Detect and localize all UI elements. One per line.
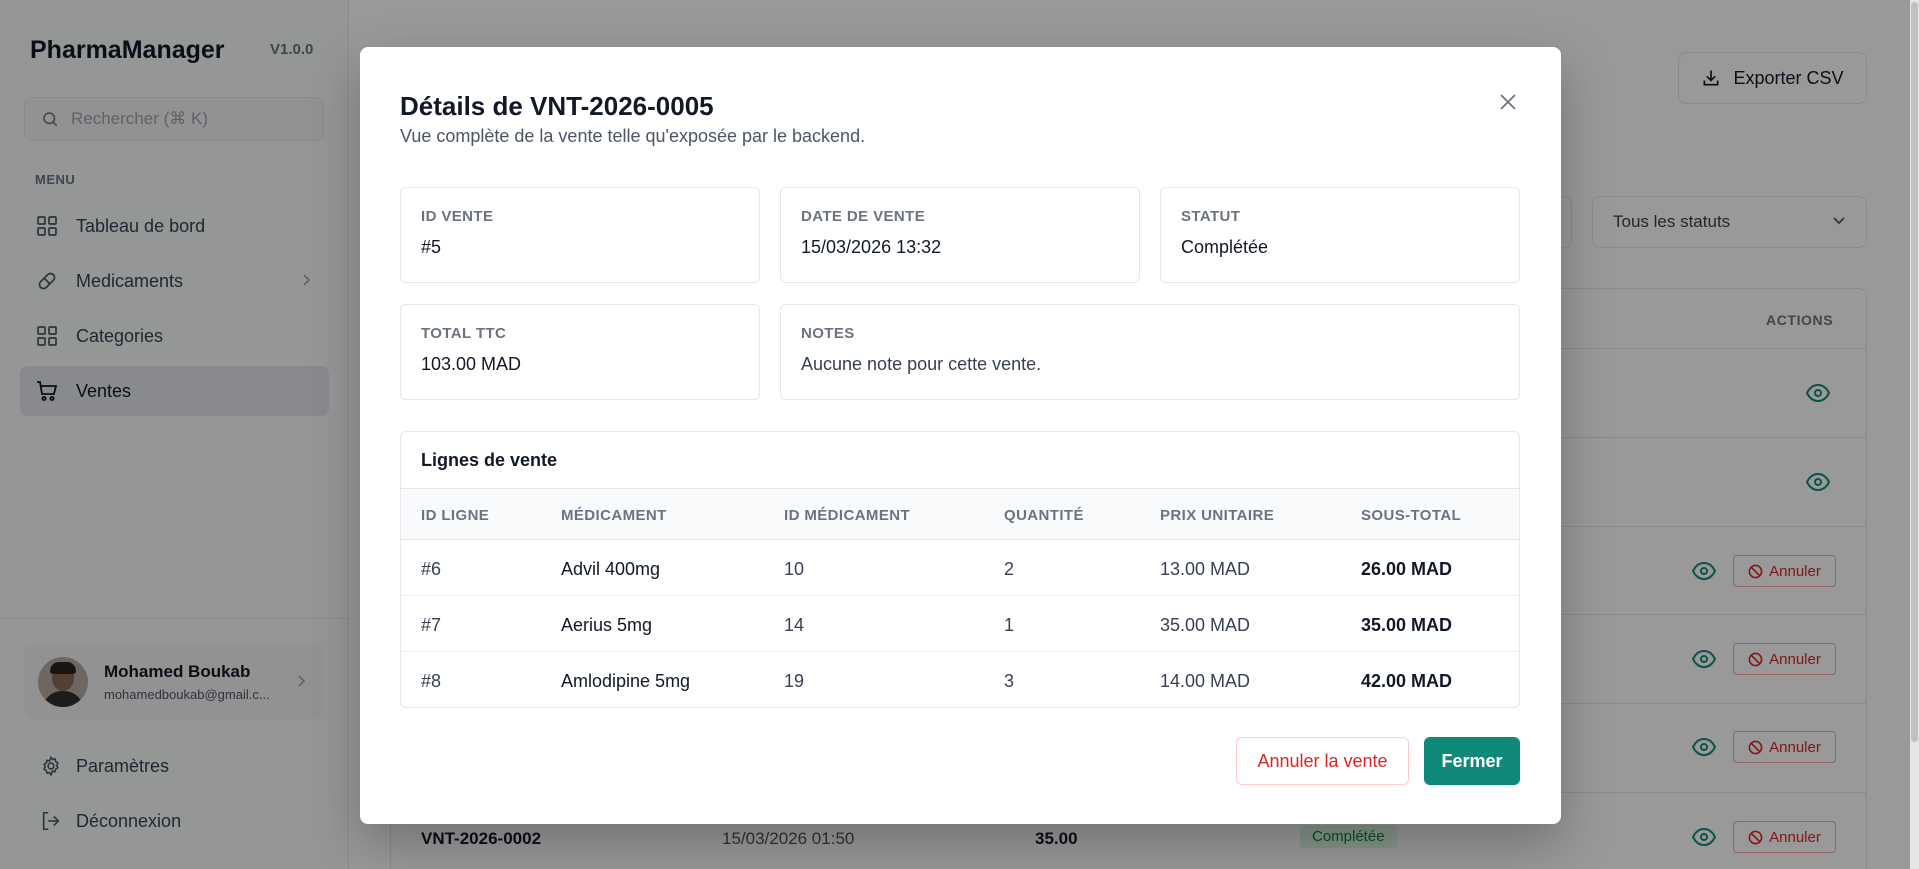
sale-total-card: TOTAL TTC 103.00 MAD xyxy=(400,304,760,400)
cancel-sale-button[interactable]: Annuler la vente xyxy=(1236,737,1409,785)
sale-notes-card: NOTES Aucune note pour cette vente. xyxy=(780,304,1520,400)
page-scrollbar[interactable] xyxy=(1910,0,1919,869)
table-row: #8 Amlodipine 5mg 19 3 14.00 MAD 42.00 M… xyxy=(421,671,1453,691)
sale-details-modal: Détails de VNT-2026-0005 Vue complète de… xyxy=(360,47,1561,824)
sale-lines-title: Lignes de vente xyxy=(421,450,558,470)
sale-date-value: 15/03/2026 13:32 xyxy=(801,237,942,257)
table-row: #7 Aerius 5mg 14 1 35.00 MAD 35.00 MAD xyxy=(401,596,1519,652)
column-header: ID MÉDICAMENT xyxy=(784,507,911,524)
column-header: QUANTITÉ xyxy=(1004,507,1084,524)
column-header: ID LIGNE xyxy=(421,507,490,524)
close-button[interactable] xyxy=(1493,87,1523,117)
sale-id-card: ID VENTE #5 xyxy=(400,187,760,283)
modal-title: Détails de VNT-2026-0005 xyxy=(400,91,714,121)
sale-total-value: 103.00 MAD xyxy=(421,354,522,374)
sale-id-value: #5 xyxy=(421,237,442,257)
sale-lines-card: Lignes de vente ID LIGNE MÉDICAMENT ID M… xyxy=(400,431,1520,708)
sale-notes-value: Aucune note pour cette vente. xyxy=(801,354,1042,374)
column-header: PRIX UNITAIRE xyxy=(1160,507,1275,524)
sale-lines-header: ID LIGNE MÉDICAMENT ID MÉDICAMENT QUANTI… xyxy=(401,488,1519,540)
column-header: MÉDICAMENT xyxy=(561,507,667,524)
table-row: #6 Advil 400mg 10 2 13.00 MAD 26.00 MAD xyxy=(401,540,1519,596)
modal-subtitle: Vue complète de la vente telle qu'exposé… xyxy=(400,126,866,146)
sale-status-card: STATUT Complétée xyxy=(1160,187,1520,283)
sale-status-value: Complétée xyxy=(1181,237,1269,257)
sale-date-card: DATE DE VENTE 15/03/2026 13:32 xyxy=(780,187,1140,283)
close-modal-button[interactable]: Fermer xyxy=(1424,737,1520,785)
column-header: SOUS-TOTAL xyxy=(1361,507,1462,524)
close-icon xyxy=(1500,94,1516,110)
